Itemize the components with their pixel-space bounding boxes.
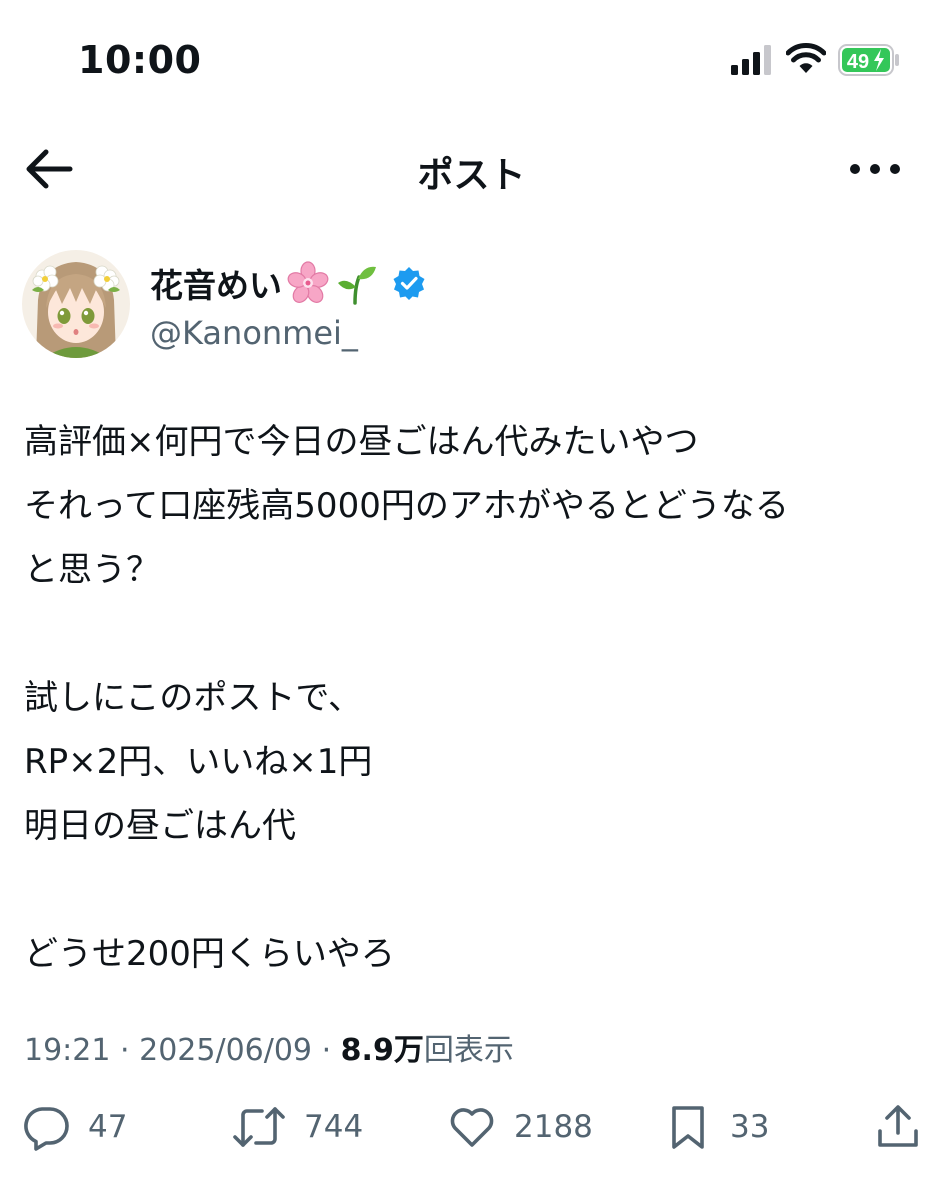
- status-bar: 10:00 49: [0, 0, 943, 120]
- post-detail-screen: 10:00 49 ポスト 花音めい @Kanonmei_ 高評価×何円で今日の昼…: [0, 0, 943, 1200]
- nav-header: ポスト: [0, 130, 943, 210]
- post-text-line: 試しにこのポストで、: [24, 678, 362, 718]
- post-text-blank-line: [24, 602, 924, 666]
- post-text-line: 高評価×何円で今日の昼ごはん代みたいやつ: [24, 422, 699, 462]
- reply-icon: [24, 1107, 69, 1151]
- meta-separator: ·: [120, 1033, 130, 1068]
- post-date[interactable]: 2025/06/09: [139, 1033, 312, 1068]
- page-title: ポスト: [417, 155, 526, 196]
- avatar[interactable]: [22, 250, 130, 358]
- post-text-line: それって口座残高5000円のアホがやるとどうなる: [24, 486, 789, 526]
- bookmark-count: 33: [730, 1109, 770, 1145]
- post-text-line: 明日の昼ごはん代: [24, 806, 296, 846]
- like-count: 2188: [514, 1109, 593, 1145]
- author-name-row: 花音めい: [150, 258, 426, 308]
- repost-count: 744: [304, 1109, 364, 1145]
- more-horizontal-icon[interactable]: [848, 152, 902, 186]
- wifi-icon: [786, 43, 826, 73]
- post-text-blank-line: [24, 858, 924, 922]
- views-label: 回表示: [423, 1033, 514, 1068]
- post-text-line: RP×2円、いいね×1円: [24, 742, 373, 782]
- battery-level-text: 49: [847, 51, 869, 73]
- views-count[interactable]: 8.9万: [341, 1033, 424, 1068]
- post-text: 高評価×何円で今日の昼ごはん代みたいやつ それって口座残高5000円のアホがやる…: [24, 410, 924, 986]
- battery-icon: 49: [838, 44, 899, 76]
- share-icon: [878, 1105, 918, 1147]
- action-bar: 47 744 2188 33: [0, 1095, 943, 1165]
- post-text-line: どうせ200円くらいやろ: [24, 934, 395, 974]
- post-text-line: と思う？: [24, 550, 160, 590]
- verified-badge-icon: [393, 267, 425, 300]
- seedling-emoji: [338, 266, 376, 305]
- reply-count: 47: [88, 1109, 128, 1145]
- like-button[interactable]: 2188: [448, 1103, 593, 1151]
- author-display-name[interactable]: 花音めい: [150, 259, 282, 307]
- reply-button[interactable]: 47: [22, 1103, 127, 1151]
- share-button[interactable]: [874, 1103, 922, 1151]
- status-time: 10:00: [78, 38, 202, 82]
- heart-icon: [450, 1108, 494, 1147]
- post-time[interactable]: 19:21: [24, 1033, 110, 1068]
- author-info: 花音めい @Kanonmei_: [150, 258, 426, 352]
- cherry-blossom-emoji: [287, 261, 329, 303]
- author-handle[interactable]: @Kanonmei_: [150, 314, 426, 352]
- meta-separator: ·: [321, 1033, 332, 1068]
- bookmark-icon: [672, 1106, 704, 1149]
- repost-button[interactable]: 744: [232, 1103, 363, 1151]
- repost-icon: [233, 1107, 285, 1147]
- cellular-signal-icon: [731, 45, 771, 75]
- bookmark-button[interactable]: 33: [664, 1103, 769, 1151]
- post-meta: 19:21 · 2025/06/09 · 8.9万回表示: [24, 1025, 514, 1069]
